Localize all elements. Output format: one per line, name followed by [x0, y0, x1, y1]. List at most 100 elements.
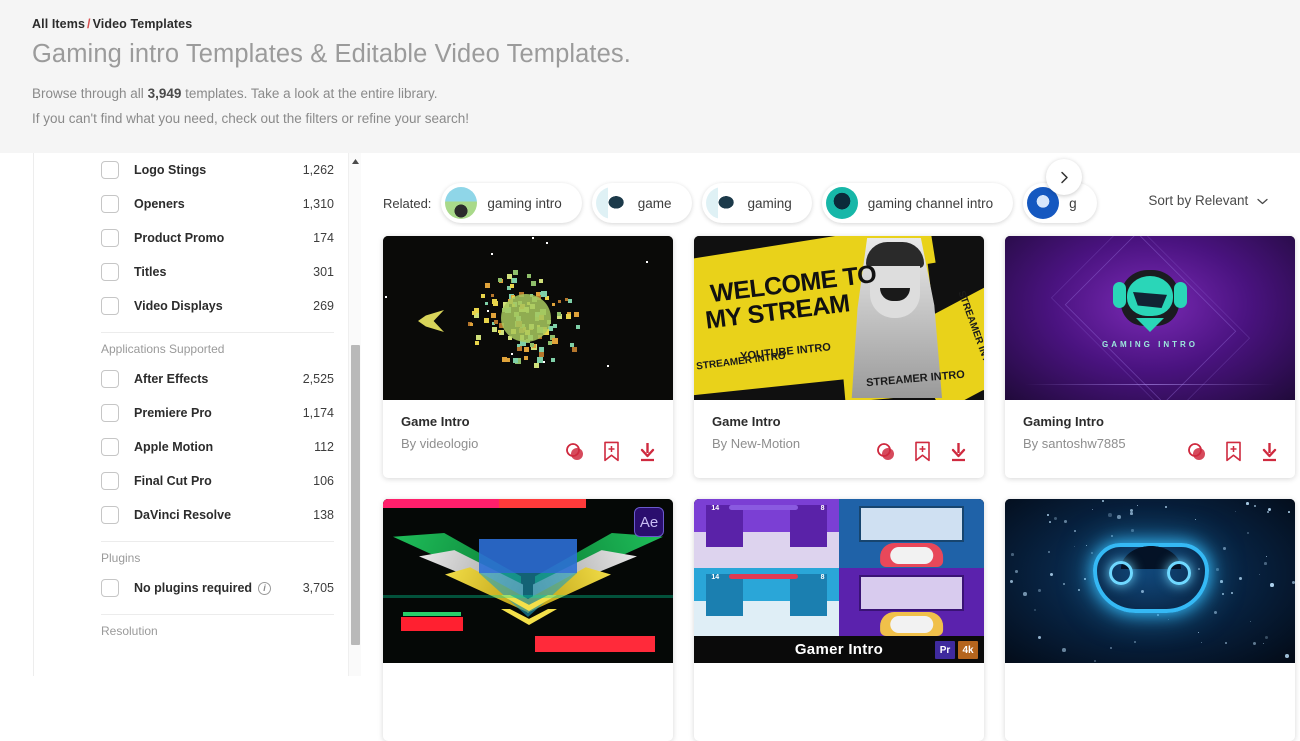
- bookmark-plus-icon: [1226, 441, 1241, 462]
- download-button[interactable]: [949, 442, 968, 462]
- facet-count: 1,310: [302, 197, 334, 211]
- facet-checkbox[interactable]: [101, 229, 119, 247]
- facet-count: 138: [313, 508, 334, 522]
- related-next-button[interactable]: [1046, 159, 1082, 195]
- download-button[interactable]: [1260, 442, 1279, 462]
- card-footer: Game Intro By videologio: [383, 400, 673, 478]
- facet-row[interactable]: Product Promo 174: [34, 221, 334, 255]
- template-card[interactable]: Game Intro By videologio: [383, 236, 673, 478]
- scroll-up-arrow[interactable]: [349, 155, 362, 168]
- template-thumbnail[interactable]: [383, 236, 673, 400]
- teal-logo-thumb: [825, 187, 858, 219]
- facet-row[interactable]: No plugins required i 3,705: [34, 571, 334, 605]
- facet-row[interactable]: After Effects 2,525: [34, 362, 334, 396]
- download-icon: [951, 442, 966, 461]
- facet-checkbox[interactable]: [101, 438, 119, 456]
- facet-row[interactable]: Video Displays 269: [34, 289, 334, 323]
- related-pill-1[interactable]: gaming intro: [441, 183, 582, 223]
- card-actions: [876, 441, 968, 462]
- facet-label: Openers: [134, 197, 185, 211]
- template-card[interactable]: GAMING INTRO Gaming Intro By santoshw7885: [1005, 236, 1295, 478]
- landscape-thumb: [445, 187, 478, 219]
- bookmark-plus-button[interactable]: [603, 441, 620, 462]
- related-pill-label: game: [637, 195, 672, 211]
- facet-label: Titles: [134, 265, 167, 279]
- art-caption: GAMING INTRO: [1102, 340, 1198, 349]
- facet-label: Apple Motion: [134, 440, 214, 454]
- related-pill-label: gaming channel intro: [867, 195, 994, 211]
- facet-checkbox[interactable]: [101, 297, 119, 315]
- bookmark-plus-icon: [604, 441, 619, 462]
- facet-checkbox[interactable]: [101, 161, 119, 179]
- card-footer: Game Intro By New-Motion: [694, 400, 984, 478]
- related-pill-4[interactable]: gaming channel intro: [821, 183, 1014, 223]
- art-title-text: Gamer Intro: [794, 641, 884, 658]
- facet-count: 1,262: [302, 163, 334, 177]
- breadcrumb-current[interactable]: Video Templates: [93, 17, 193, 31]
- search-hint-line: If you can't find what you need, check o…: [32, 111, 470, 126]
- facet-checkbox[interactable]: [101, 370, 119, 388]
- card-title: Gaming Intro: [1023, 414, 1104, 429]
- bookmark-plus-button[interactable]: [914, 441, 931, 462]
- template-thumbnail[interactable]: WELCOME TO MY STREAM YOUTUBE INTRO STREA…: [694, 236, 984, 400]
- facet-checkbox[interactable]: [101, 404, 119, 422]
- template-thumbnail[interactable]: 14 8 14 8 Gamer Intro Pr 4k: [694, 499, 984, 663]
- facet-checkbox[interactable]: [101, 579, 119, 597]
- template-thumbnail[interactable]: GAMING INTRO: [1005, 236, 1295, 400]
- badge-ae: Ae: [634, 507, 664, 537]
- body-wrap: Logo Stings 1,262 Openers 1,310 Product Prom…: [0, 153, 1300, 741]
- template-card[interactable]: Ae: [383, 499, 673, 741]
- template-count: 3,949: [147, 86, 182, 101]
- facet-label: Video Displays: [134, 299, 223, 313]
- sort-by-dropdown[interactable]: Sort by Relevant: [1148, 193, 1268, 208]
- sidebar-scrollbar[interactable]: [348, 153, 361, 676]
- facet-row[interactable]: Openers 1,310: [34, 187, 334, 221]
- chevron-right-icon: [1060, 171, 1068, 183]
- facet-count: 174: [313, 231, 334, 245]
- results-main: Related: gaming intro game gaming gaming cha…: [365, 153, 1300, 741]
- facet-checkbox[interactable]: [101, 472, 119, 490]
- facet-checkbox[interactable]: [101, 506, 119, 524]
- bookmark-plus-button[interactable]: [1225, 441, 1242, 462]
- facet-row[interactable]: Logo Stings 1,262: [34, 153, 334, 187]
- similar-icon: [877, 442, 894, 460]
- mic-thumb: [595, 187, 628, 219]
- similar-icon: [1188, 442, 1205, 460]
- facet-checkbox[interactable]: [101, 195, 119, 213]
- filters-sidebar: Logo Stings 1,262 Openers 1,310 Product Prom…: [33, 153, 363, 676]
- template-card[interactable]: WELCOME TO MY STREAM YOUTUBE INTRO STREA…: [694, 236, 984, 478]
- facet-count: 106: [313, 474, 334, 488]
- facet-count: 3,705: [302, 581, 334, 595]
- facet-count: 112: [314, 440, 334, 454]
- facet-count: 2,525: [302, 372, 334, 386]
- related-pill-3[interactable]: gaming: [701, 183, 812, 223]
- facet-count: 301: [313, 265, 334, 279]
- facet-row[interactable]: DaVinci Resolve 138: [34, 498, 334, 532]
- template-thumbnail[interactable]: Ae: [383, 499, 673, 663]
- facet-label: After Effects: [134, 372, 209, 386]
- badge-4k: 4k: [958, 641, 978, 659]
- template-card[interactable]: [1005, 499, 1295, 741]
- similar-button[interactable]: [1187, 442, 1207, 462]
- similar-button[interactable]: [565, 442, 585, 462]
- related-pill-label: gaming intro: [487, 195, 562, 211]
- facet-checkbox[interactable]: [101, 263, 119, 281]
- facet-count: 1,174: [302, 406, 334, 420]
- template-card[interactable]: 14 8 14 8 Gamer Intro Pr 4k: [694, 499, 984, 741]
- library-summary-line: Browse through all 3,949 templates. Take…: [32, 86, 438, 101]
- template-thumbnail[interactable]: [1005, 499, 1295, 663]
- related-pill-2[interactable]: game: [591, 183, 692, 223]
- breadcrumb-root[interactable]: All Items: [32, 17, 85, 31]
- facet-row[interactable]: Titles 301: [34, 255, 334, 289]
- info-icon[interactable]: i: [258, 582, 272, 596]
- chevron-up-icon: [352, 159, 359, 164]
- facet-group-title: Applications Supported: [101, 342, 225, 356]
- download-button[interactable]: [638, 442, 657, 462]
- download-icon: [640, 442, 655, 461]
- facet-row[interactable]: Apple Motion 112: [34, 430, 334, 464]
- facet-group-title: Plugins: [101, 551, 141, 565]
- scrollbar-thumb[interactable]: [351, 345, 360, 645]
- facet-row[interactable]: Premiere Pro 1,174: [34, 396, 334, 430]
- facet-row[interactable]: Final Cut Pro 106: [34, 464, 334, 498]
- similar-button[interactable]: [876, 442, 896, 462]
